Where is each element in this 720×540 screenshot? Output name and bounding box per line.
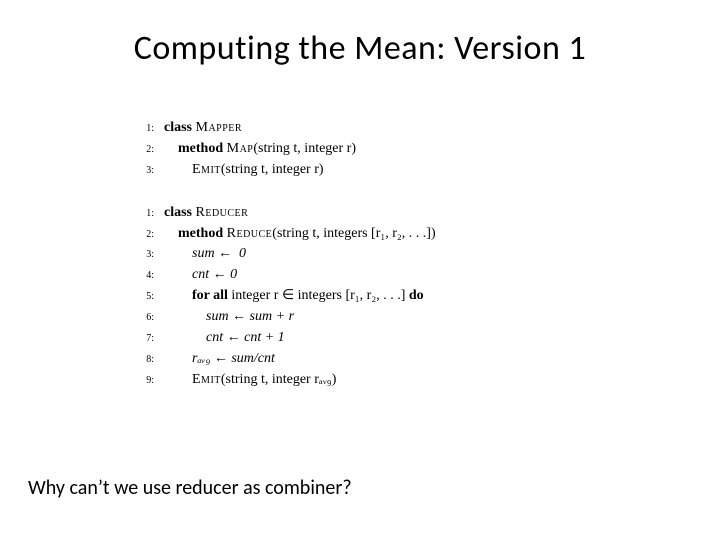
question-text: Why can’t we use reducer as combiner? — [28, 476, 352, 500]
args: (string t, integer r) — [221, 162, 324, 177]
code-line: 3: sum ← 0 — [130, 245, 680, 264]
code-text: method Reduce(string t, integers [r₁, r₂… — [164, 225, 436, 244]
method-name: Map — [227, 141, 254, 156]
line-number: 4: — [130, 269, 154, 283]
args: (string t, integer r) — [253, 141, 356, 156]
line-number: 5: — [130, 290, 154, 304]
code-text: method Map(string t, integer r) — [164, 140, 356, 159]
code-line: 3: Emit(string t, integer r) — [130, 161, 680, 180]
keyword: class — [164, 205, 192, 220]
line-number: 3: — [130, 164, 154, 178]
keyword: method — [178, 141, 223, 156]
code-text: cnt ← cnt + 1 — [164, 329, 285, 348]
line-number: 3: — [130, 248, 154, 262]
line-number: 1: — [130, 207, 154, 221]
keyword: do — [409, 288, 424, 303]
method-name: Emit — [192, 162, 221, 177]
line-number: 6: — [130, 311, 154, 325]
code-text: Emit(string t, integer r) — [164, 161, 324, 180]
slide: Computing the Mean: Version 1 1: class M… — [0, 0, 720, 540]
code-text: rₐᵥ₉ ← sum/cnt — [164, 350, 275, 369]
pseudocode: 1: class Mapper 2: method Map(string t, … — [130, 119, 680, 390]
code-text: Emit(string t, integer rₐᵥ₉) — [164, 371, 336, 390]
mapper-block: 1: class Mapper 2: method Map(string t, … — [130, 119, 680, 180]
method-name: Reduce — [227, 226, 273, 241]
code-text: class Reducer — [164, 204, 248, 223]
stmt: integer r ∈ integers [r₁, r₂, . . .] — [228, 288, 409, 303]
args: (string t, integers [r₁, r₂, . . .]) — [272, 226, 435, 241]
code-line: 9: Emit(string t, integer rₐᵥ₉) — [130, 371, 680, 390]
keyword: class — [164, 120, 192, 135]
code-line: 8: rₐᵥ₉ ← sum/cnt — [130, 350, 680, 369]
line-number: 2: — [130, 143, 154, 157]
code-line: 4: cnt ← 0 — [130, 266, 680, 285]
code-line: 2: method Reduce(string t, integers [r₁,… — [130, 225, 680, 244]
code-text: class Mapper — [164, 119, 242, 138]
class-name: Mapper — [196, 120, 243, 135]
page-title: Computing the Mean: Version 1 — [40, 28, 680, 69]
code-text: for all integer r ∈ integers [r₁, r₂, . … — [164, 287, 424, 306]
line-number: 1: — [130, 122, 154, 136]
stmt: cnt ← cnt + 1 — [206, 330, 285, 345]
code-line: 1: class Mapper — [130, 119, 680, 138]
stmt: cnt ← 0 — [192, 267, 237, 282]
line-number: 7: — [130, 332, 154, 346]
method-name: Emit — [192, 372, 221, 387]
stmt: sum ← sum + r — [206, 309, 294, 324]
keyword: method — [178, 226, 223, 241]
code-line: 6: sum ← sum + r — [130, 308, 680, 327]
code-line: 7: cnt ← cnt + 1 — [130, 329, 680, 348]
keyword: for all — [192, 288, 228, 303]
stmt: rₐᵥ₉ ← sum/cnt — [192, 351, 275, 366]
code-text: cnt ← 0 — [164, 266, 237, 285]
line-number: 9: — [130, 374, 154, 388]
code-line: 1: class Reducer — [130, 204, 680, 223]
line-number: 2: — [130, 228, 154, 242]
code-line: 5: for all integer r ∈ integers [r₁, r₂,… — [130, 287, 680, 306]
code-text: sum ← 0 — [164, 245, 246, 264]
code-text: sum ← sum + r — [164, 308, 294, 327]
stmt: sum ← 0 — [192, 246, 246, 261]
args: (string t, integer rₐᵥ₉) — [221, 372, 336, 387]
code-line: 2: method Map(string t, integer r) — [130, 140, 680, 159]
class-name: Reducer — [196, 205, 249, 220]
reducer-block: 1: class Reducer 2: method Reduce(string… — [130, 204, 680, 390]
line-number: 8: — [130, 353, 154, 367]
